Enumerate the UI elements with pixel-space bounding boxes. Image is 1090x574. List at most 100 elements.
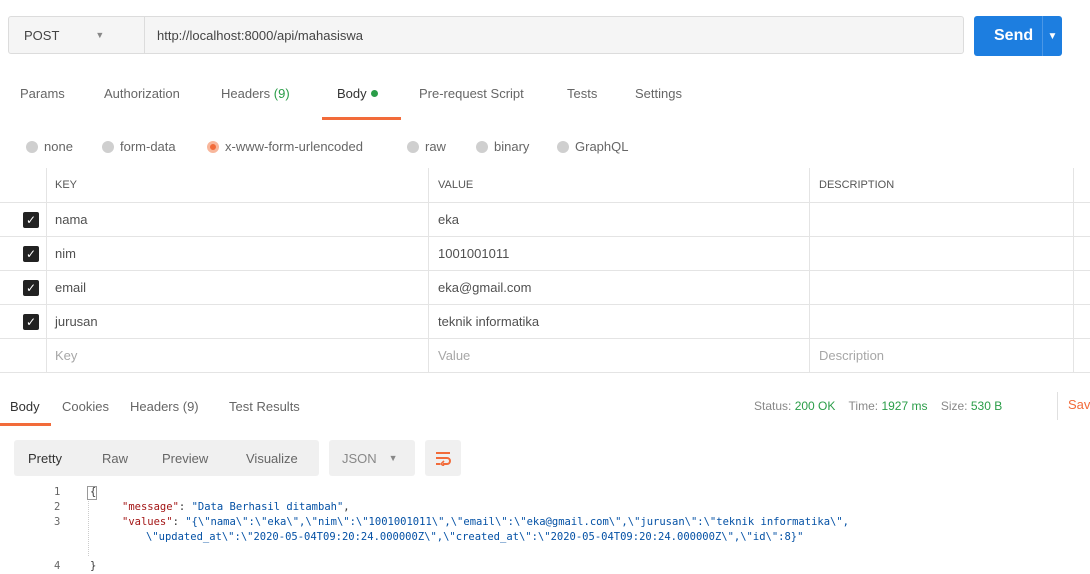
json-value: "{\"nama\":\"eka\",\"nim\":\"1001001011\… bbox=[185, 516, 849, 528]
radio-x-www-form-urlencoded[interactable]: x-www-form-urlencoded bbox=[207, 139, 363, 154]
headers-count: (9) bbox=[273, 86, 290, 101]
column-header-value: VALUE bbox=[438, 179, 474, 191]
tab-authorization[interactable]: Authorization bbox=[104, 86, 180, 101]
json-key: "values" bbox=[122, 516, 173, 528]
time-label: Time: bbox=[848, 399, 879, 413]
table-row: ✓ jurusan teknik informatika bbox=[0, 305, 1090, 339]
table-row: ✓ nim 1001001011 bbox=[0, 237, 1090, 271]
checkbox-checked-icon[interactable]: ✓ bbox=[23, 246, 39, 262]
table-row: ✓ nama eka bbox=[0, 203, 1090, 237]
response-tab-headers[interactable]: Headers (9) bbox=[130, 399, 199, 414]
format-toggle: Pretty Raw Preview Visualize bbox=[14, 440, 319, 476]
value-cell[interactable]: eka bbox=[438, 203, 459, 236]
indent-guide bbox=[88, 501, 89, 556]
code-line: } bbox=[90, 560, 97, 572]
code-line: { bbox=[90, 486, 97, 498]
line-number: 2 bbox=[54, 501, 61, 513]
table-row: ✓ email eka@gmail.com bbox=[0, 271, 1090, 305]
radio-none-label: none bbox=[44, 139, 73, 154]
params-table: KEY VALUE DESCRIPTION ✓ nama eka ✓ nim 1… bbox=[0, 168, 1090, 373]
language-label: JSON bbox=[342, 450, 377, 466]
key-cell[interactable]: jurusan bbox=[55, 305, 98, 338]
radio-graphql-label: GraphQL bbox=[575, 139, 629, 154]
radio-selected-icon bbox=[207, 140, 219, 153]
line-number: 4 bbox=[54, 560, 61, 572]
code-line: "message": "Data Berhasil ditambah", bbox=[122, 501, 350, 513]
format-pretty[interactable]: Pretty bbox=[28, 451, 62, 466]
checkbox-checked-icon[interactable]: ✓ bbox=[23, 280, 39, 296]
active-tab-indicator bbox=[322, 117, 401, 120]
wrap-lines-icon bbox=[436, 452, 451, 466]
chevron-down-icon: ▼ bbox=[388, 453, 398, 463]
radio-binary[interactable]: binary bbox=[476, 139, 529, 154]
key-cell[interactable]: email bbox=[55, 271, 86, 304]
body-active-dot-icon bbox=[370, 90, 378, 97]
tab-headers[interactable]: Headers (9) bbox=[221, 86, 290, 101]
radio-icon bbox=[557, 140, 569, 153]
code-line: "values": "{\"nama\":\"eka\",\"nim\":\"1… bbox=[122, 516, 849, 528]
radio-icon bbox=[102, 140, 114, 153]
json-key: "message" bbox=[122, 501, 179, 513]
line-number: 1 bbox=[54, 486, 61, 498]
wrap-lines-button[interactable] bbox=[425, 440, 461, 476]
request-tabs: Params Authorization Headers (9) Body Pr… bbox=[0, 86, 1090, 116]
radio-binary-label: binary bbox=[494, 139, 530, 154]
url-input[interactable]: http://localhost:8000/api/mahasiswa bbox=[145, 28, 363, 43]
divider bbox=[1057, 392, 1058, 420]
response-active-tab-indicator bbox=[0, 423, 51, 426]
request-bar: POST ▼ http://localhost:8000/api/mahasis… bbox=[8, 16, 964, 54]
tab-tests[interactable]: Tests bbox=[567, 86, 597, 101]
radio-raw[interactable]: raw bbox=[407, 139, 446, 154]
method-label: POST bbox=[24, 27, 60, 43]
value-cell[interactable]: eka@gmail.com bbox=[438, 271, 531, 304]
tab-body[interactable]: Body bbox=[337, 86, 378, 101]
chevron-down-icon: ▼ bbox=[95, 30, 105, 40]
radio-form-data[interactable]: form-data bbox=[102, 139, 176, 154]
status-value[interactable]: 200 OK bbox=[795, 399, 836, 413]
tab-pre-request-script[interactable]: Pre-request Script bbox=[419, 86, 524, 101]
line-number: 3 bbox=[54, 516, 61, 528]
radio-none[interactable]: none bbox=[26, 139, 73, 154]
language-select[interactable]: JSON ▼ bbox=[329, 440, 415, 476]
radio-raw-label: raw bbox=[425, 139, 446, 154]
send-label: Send bbox=[994, 27, 1034, 44]
tab-headers-label: Headers bbox=[221, 86, 271, 101]
checkbox-checked-icon[interactable]: ✓ bbox=[23, 212, 39, 228]
json-value: "Data Berhasil ditambah" bbox=[191, 501, 344, 513]
code-line: \"updated_at\":\"2020-05-04T09:20:24.000… bbox=[146, 531, 803, 543]
response-tab-body[interactable]: Body bbox=[10, 399, 40, 414]
response-tab-test-results[interactable]: Test Results bbox=[229, 399, 300, 414]
format-preview[interactable]: Preview bbox=[162, 451, 208, 466]
column-header-description: DESCRIPTION bbox=[819, 179, 895, 191]
column-header-key: KEY bbox=[55, 179, 78, 191]
radio-form-data-label: form-data bbox=[120, 139, 176, 154]
key-cell[interactable]: nama bbox=[55, 203, 88, 236]
table-row-new: Key Value Description bbox=[0, 339, 1090, 373]
send-button[interactable]: Send ▼ bbox=[974, 16, 1062, 56]
new-key-input[interactable]: Key bbox=[55, 339, 77, 372]
send-options-icon[interactable]: ▼ bbox=[1043, 31, 1062, 42]
value-cell[interactable]: 1001001011 bbox=[438, 237, 509, 270]
response-tab-cookies[interactable]: Cookies bbox=[62, 399, 109, 414]
radio-graphql[interactable]: GraphQL bbox=[557, 139, 628, 154]
radio-icon bbox=[476, 140, 488, 153]
format-visualize[interactable]: Visualize bbox=[246, 451, 298, 466]
value-cell[interactable]: teknik informatika bbox=[438, 305, 539, 338]
tab-settings[interactable]: Settings bbox=[635, 86, 682, 101]
new-value-input[interactable]: Value bbox=[438, 339, 470, 372]
format-raw[interactable]: Raw bbox=[102, 451, 128, 466]
radio-urlencoded-label: x-www-form-urlencoded bbox=[225, 139, 363, 154]
tab-body-label: Body bbox=[337, 86, 367, 101]
save-response-button[interactable]: Sav bbox=[1068, 397, 1090, 412]
response-status: Status: 200 OK Time: 1927 ms Size: 530 B bbox=[754, 399, 1002, 413]
tab-params[interactable]: Params bbox=[20, 86, 65, 101]
method-select[interactable]: POST ▼ bbox=[9, 17, 145, 53]
time-value[interactable]: 1927 ms bbox=[881, 399, 927, 413]
key-cell[interactable]: nim bbox=[55, 237, 76, 270]
size-value[interactable]: 530 B bbox=[971, 399, 1002, 413]
radio-icon bbox=[407, 140, 419, 153]
new-description-input[interactable]: Description bbox=[819, 339, 884, 372]
radio-icon bbox=[26, 140, 38, 153]
checkbox-checked-icon[interactable]: ✓ bbox=[23, 314, 39, 330]
table-header-row: KEY VALUE DESCRIPTION bbox=[0, 168, 1090, 203]
